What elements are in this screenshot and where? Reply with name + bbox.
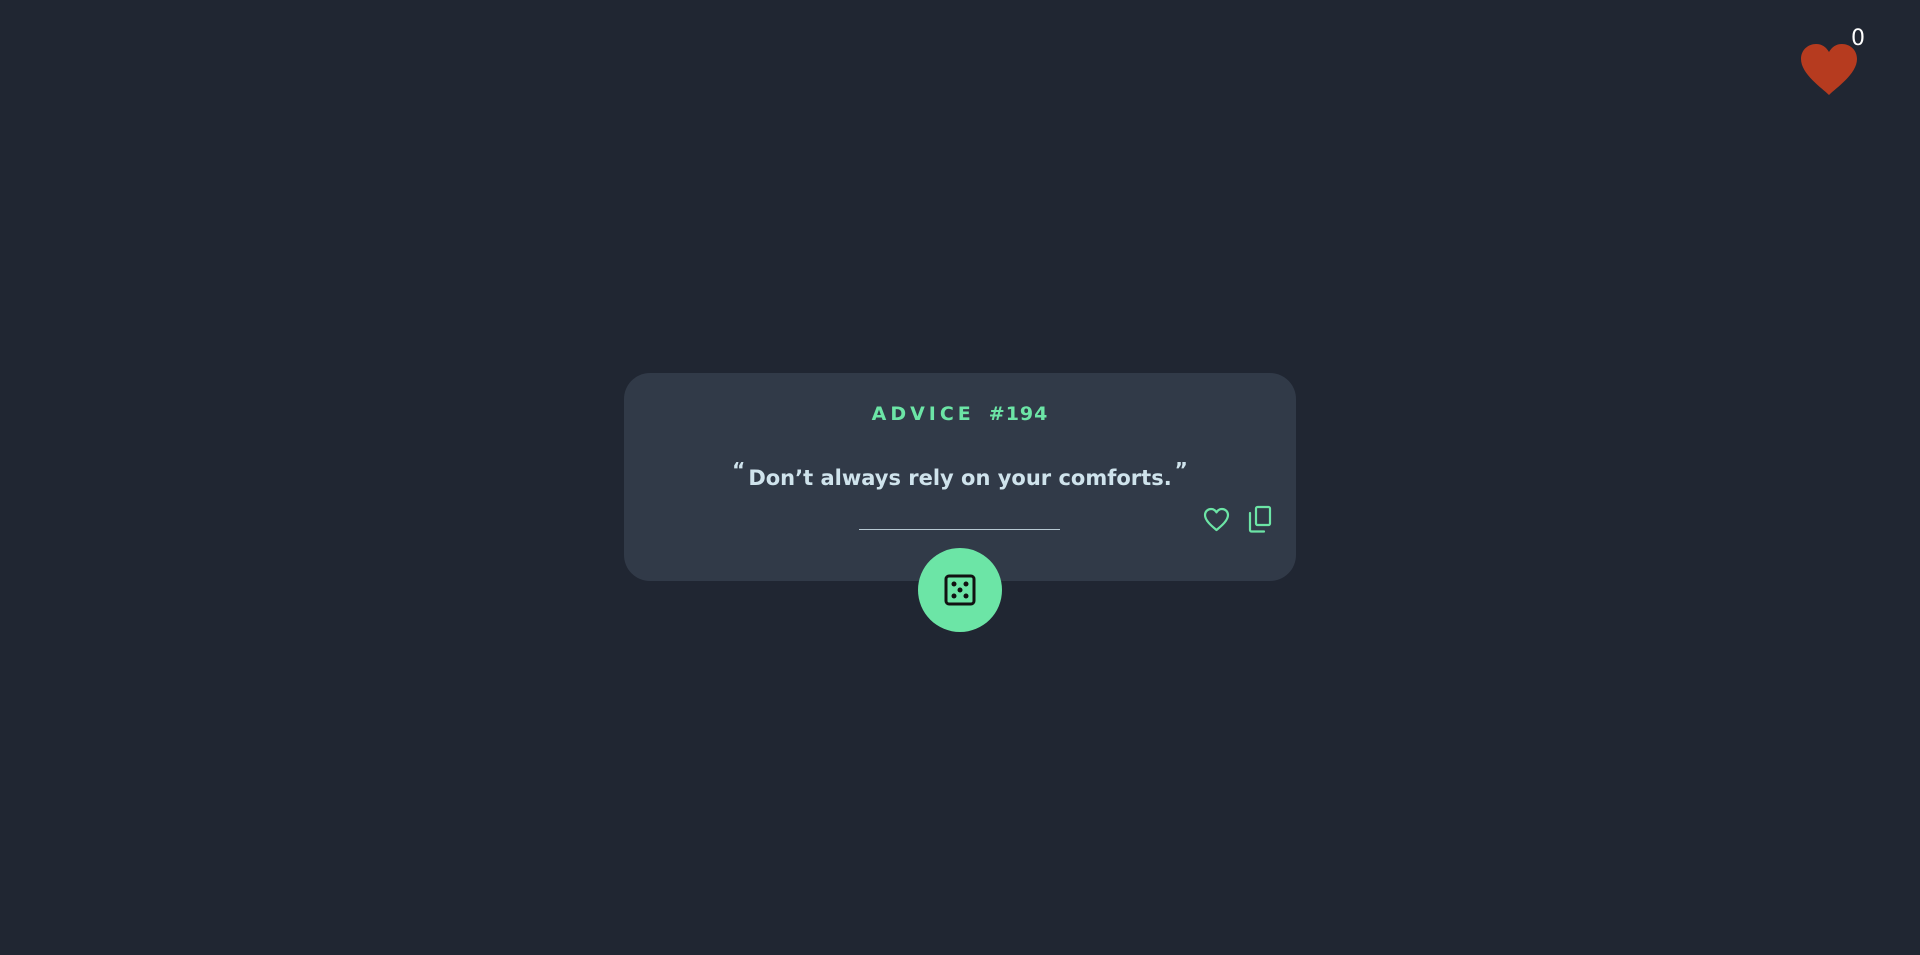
advice-number: #194	[988, 403, 1049, 425]
heart-icon	[1801, 44, 1857, 95]
close-quote: ”	[1174, 458, 1188, 482]
advice-title: ADVICE #194	[624, 401, 1296, 427]
advice-label: ADVICE	[871, 403, 975, 425]
like-button[interactable]	[1201, 504, 1231, 534]
favorites-counter[interactable]: 0	[1800, 24, 1870, 96]
copy-button[interactable]	[1245, 504, 1275, 534]
page: 0 ADVICE #194 “Don’t always rely on your …	[0, 0, 1920, 955]
dice-icon	[944, 574, 976, 606]
open-quote: “	[732, 458, 746, 482]
advice-quote: “Don’t always rely on your comforts.”	[624, 455, 1296, 493]
divider	[859, 529, 1060, 530]
copy-icon	[1248, 505, 1272, 533]
favorites-count: 0	[1851, 26, 1865, 51]
heart-outline-icon	[1203, 507, 1229, 531]
advice-text: Don’t always rely on your comforts.	[748, 466, 1172, 490]
dice-button[interactable]	[918, 548, 1002, 632]
